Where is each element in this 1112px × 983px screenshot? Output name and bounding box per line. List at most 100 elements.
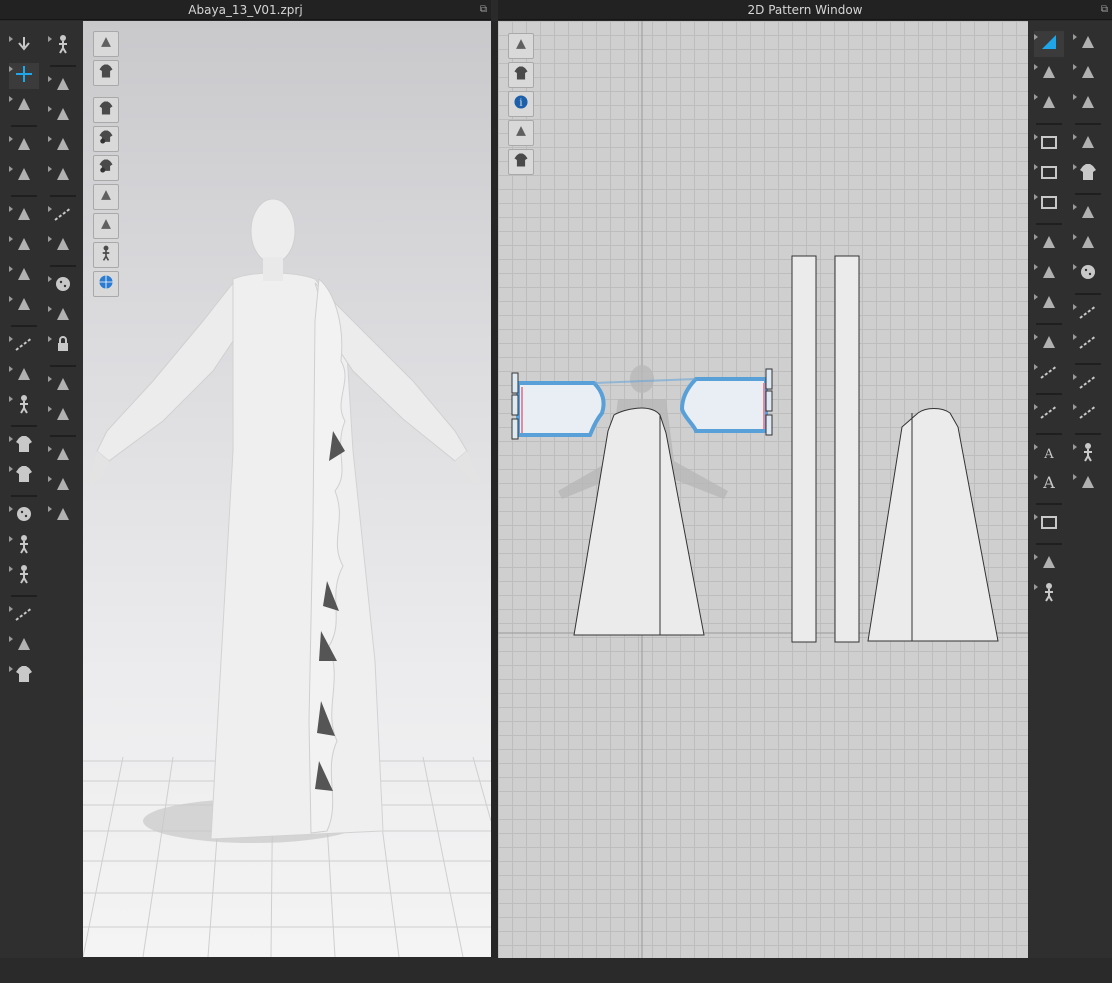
- tack-tool-button[interactable]: [9, 233, 39, 259]
- notch-tool-button[interactable]: [1034, 291, 1064, 317]
- shirt-plain-tool-button[interactable]: [1073, 161, 1103, 187]
- garment-tool-button[interactable]: [9, 463, 39, 489]
- shrink-tool-button[interactable]: [48, 163, 78, 189]
- info-toggle-button[interactable]: i: [508, 91, 534, 117]
- 3d-viewport[interactable]: [83, 21, 491, 957]
- point-select-tool-button[interactable]: [9, 203, 39, 229]
- folder-tool-button[interactable]: [1034, 161, 1064, 187]
- fold-icon: [13, 163, 35, 189]
- window-divider[interactable]: [491, 21, 498, 958]
- cut-tool-button[interactable]: [1034, 261, 1064, 287]
- hanger-tool-button[interactable]: [9, 633, 39, 659]
- lock-tool-button[interactable]: [48, 333, 78, 359]
- button-round-tool-button[interactable]: [48, 273, 78, 299]
- undock-icon[interactable]: ⧉: [480, 0, 487, 20]
- fabric-tool-button[interactable]: [48, 403, 78, 429]
- texture-tool-button[interactable]: [48, 233, 78, 259]
- iron-tool-button[interactable]: [1073, 131, 1103, 157]
- puckering-tool-button[interactable]: [9, 363, 39, 389]
- flatten-tool-button[interactable]: [1073, 201, 1103, 227]
- zip-slider-tool-button[interactable]: [48, 373, 78, 399]
- pose-tool-button[interactable]: [9, 563, 39, 589]
- zigzag-stitch-icon: [1077, 371, 1099, 397]
- 3d-toolbar-col2: [45, 31, 81, 531]
- avatar-small-icon: [1038, 581, 1060, 607]
- toolbar-separator: [1075, 433, 1101, 435]
- edit-pattern-tool-button[interactable]: [1034, 31, 1064, 57]
- 2d-pattern-viewport[interactable]: i: [498, 21, 1028, 958]
- measure-tool-button[interactable]: [9, 333, 39, 359]
- trim-tool-button[interactable]: [1034, 331, 1064, 357]
- wave-stitch-tool-button[interactable]: [1073, 401, 1103, 427]
- grid-tool-button[interactable]: [1034, 511, 1064, 537]
- internal-shape-tool-button[interactable]: [1034, 91, 1064, 117]
- lasso-select-icon: [13, 93, 35, 119]
- segment-edit-tool-button[interactable]: [1073, 31, 1103, 57]
- swatch-tool-button[interactable]: [48, 443, 78, 469]
- avatar-head-icon: [97, 244, 115, 266]
- shirt-tool-button[interactable]: [9, 433, 39, 459]
- transform-pattern-tool-button[interactable]: [9, 63, 39, 89]
- fold-tool-button[interactable]: [9, 163, 39, 189]
- zipper-tool-button[interactable]: [48, 303, 78, 329]
- button-round-icon: [52, 273, 74, 299]
- brush-erase-tool-button[interactable]: [48, 73, 78, 99]
- text-a-large-tool-button[interactable]: A: [1034, 471, 1064, 497]
- pattern-ruffle-strip-1: [791, 255, 817, 643]
- pencil-toggle-button[interactable]: [508, 33, 534, 59]
- segment-edit-icon: [1077, 31, 1099, 57]
- globe-toggle-button[interactable]: [93, 271, 119, 297]
- eye-garment-toggle-button[interactable]: [93, 97, 119, 123]
- eye-pattern-toggle-button[interactable]: [93, 126, 119, 152]
- tape-measure-tool-button[interactable]: [1034, 401, 1064, 427]
- eye-avatar-toggle-button[interactable]: [93, 155, 119, 181]
- rack-tool-button[interactable]: [1073, 471, 1103, 497]
- stitch-tool-button[interactable]: [48, 203, 78, 229]
- garment-fit-tool-button[interactable]: [9, 663, 39, 689]
- avatar-tool-button[interactable]: [9, 533, 39, 559]
- fold-pattern-tool-button[interactable]: [1034, 551, 1064, 577]
- check-fabric-tool-button[interactable]: [1073, 261, 1103, 287]
- simulation-tool-button[interactable]: [9, 133, 39, 159]
- avatar-small-tool-button[interactable]: [1034, 581, 1064, 607]
- brush-smooth-tool-button[interactable]: [48, 133, 78, 159]
- dash-rect-tool-button[interactable]: [1034, 191, 1064, 217]
- avatar-garment: [89, 198, 481, 840]
- pin-tool-button[interactable]: [9, 263, 39, 289]
- avatar-measure-tool-button[interactable]: [9, 393, 39, 419]
- brush-strengthen-tool-button[interactable]: [48, 103, 78, 129]
- needle-tool-button[interactable]: [9, 293, 39, 319]
- avatar-head-toggle-button[interactable]: [93, 242, 119, 268]
- add-avatar-tool-button[interactable]: [1073, 441, 1103, 467]
- lasso-select-tool-button[interactable]: [9, 93, 39, 119]
- rectangle-tool-button[interactable]: [1034, 131, 1064, 157]
- box-toggle-button[interactable]: [93, 31, 119, 57]
- seam-edit-tool-button[interactable]: [1073, 61, 1103, 87]
- walk-tool-button[interactable]: [48, 33, 78, 59]
- undock-icon[interactable]: ⧉: [1101, 0, 1108, 20]
- zigzag-stitch-tool-button[interactable]: [1073, 371, 1103, 397]
- ruler-tool-button[interactable]: [1034, 361, 1064, 387]
- 3d-window-title: Abaya_13_V01.zprj: [188, 3, 303, 17]
- shirt-toggle-toggle-button[interactable]: [93, 60, 119, 86]
- link-tool-button[interactable]: [1073, 91, 1103, 117]
- vertical-flip-tool-button[interactable]: [48, 473, 78, 499]
- clo3d-app: Abaya_13_V01.zprj ⧉ 2D Pattern Window ⧉: [0, 0, 1112, 983]
- arrows-in-tool-button[interactable]: [48, 503, 78, 529]
- topstitch-tool-button[interactable]: [1073, 331, 1103, 357]
- dashed-line-tool-button[interactable]: [1073, 301, 1103, 327]
- layers-toggle-button[interactable]: [508, 120, 534, 146]
- lock-shirt-toggle-button[interactable]: [508, 149, 534, 175]
- shading-toggle-button[interactable]: [93, 213, 119, 239]
- button-tool-button[interactable]: [9, 503, 39, 529]
- eye-shirt-toggle-button[interactable]: [508, 62, 534, 88]
- polygon-tool-button[interactable]: [1034, 61, 1064, 87]
- texture-toggle-toggle-button[interactable]: [93, 184, 119, 210]
- tape-tool-button[interactable]: [9, 603, 39, 629]
- shield-tool-button[interactable]: [1034, 231, 1064, 257]
- arrow-down-tool-button[interactable]: [9, 33, 39, 59]
- text-a-tool-button[interactable]: A: [1034, 441, 1064, 467]
- 3d-window-titlebar: Abaya_13_V01.zprj ⧉: [0, 0, 491, 20]
- dashed-line-icon: [1077, 301, 1099, 327]
- texture-pattern-tool-button[interactable]: [1073, 231, 1103, 257]
